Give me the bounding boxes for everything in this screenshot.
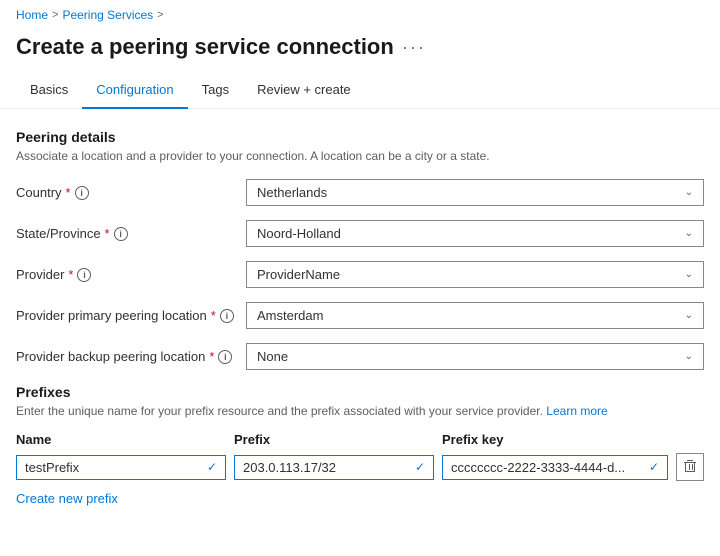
prefix-key-value: cccccccc-2222-3333-4444-d... [451, 460, 625, 475]
country-dropdown-wrapper: Netherlands ⌄ [246, 179, 704, 206]
provider-row: Provider * i ProviderName ⌄ [16, 261, 704, 288]
provider-chevron-icon: ⌄ [685, 269, 693, 280]
state-row: State/Province * i Noord-Holland ⌄ [16, 220, 704, 247]
prefixes-section: Prefixes Enter the unique name for your … [16, 384, 704, 506]
tab-tags[interactable]: Tags [188, 72, 243, 109]
name-check-icon: ✓ [207, 460, 217, 474]
provider-backup-required: * [209, 349, 214, 364]
breadcrumb: Home > Peering Services > [0, 0, 720, 30]
provider-backup-value: None [257, 349, 288, 364]
provider-dropdown-wrapper: ProviderName ⌄ [246, 261, 704, 288]
provider-primary-dropdown-wrapper: Amsterdam ⌄ [246, 302, 704, 329]
provider-primary-dropdown[interactable]: Amsterdam ⌄ [246, 302, 704, 329]
provider-primary-info-icon[interactable]: i [220, 309, 234, 323]
state-label: State/Province * i [16, 226, 246, 241]
tabs-container: Basics Configuration Tags Review + creat… [0, 72, 720, 109]
provider-backup-info-icon[interactable]: i [218, 350, 232, 364]
state-dropdown[interactable]: Noord-Holland ⌄ [246, 220, 704, 247]
provider-primary-required: * [211, 308, 216, 323]
tab-review-create[interactable]: Review + create [243, 72, 365, 109]
more-options-button[interactable]: ··· [402, 37, 426, 58]
country-row: Country * i Netherlands ⌄ [16, 179, 704, 206]
provider-info-icon[interactable]: i [77, 268, 91, 282]
breadcrumb-sep1: > [52, 9, 58, 21]
provider-dropdown[interactable]: ProviderName ⌄ [246, 261, 704, 288]
provider-required: * [68, 267, 73, 282]
learn-more-link[interactable]: Learn more [546, 404, 607, 418]
col-prefixkey-header: Prefix key [442, 432, 704, 447]
prefixes-title: Prefixes [16, 384, 704, 400]
prefix-value: 203.0.113.17/32 [243, 460, 336, 475]
provider-backup-dropdown-wrapper: None ⌄ [246, 343, 704, 370]
prefixes-desc: Enter the unique name for your prefix re… [16, 404, 704, 418]
main-content: Peering details Associate a location and… [0, 109, 720, 526]
country-label: Country * i [16, 185, 246, 200]
breadcrumb-home[interactable]: Home [16, 8, 48, 22]
delete-icon [683, 459, 697, 476]
state-value: Noord-Holland [257, 226, 341, 241]
country-chevron-icon: ⌄ [685, 187, 693, 198]
provider-backup-row: Provider backup peering location * i Non… [16, 343, 704, 370]
country-required: * [66, 185, 71, 200]
name-value: testPrefix [25, 460, 79, 475]
country-value: Netherlands [257, 185, 327, 200]
provider-primary-chevron-icon: ⌄ [685, 310, 693, 321]
state-info-icon[interactable]: i [114, 227, 128, 241]
provider-backup-chevron-icon: ⌄ [685, 351, 693, 362]
breadcrumb-peering[interactable]: Peering Services [62, 8, 153, 22]
prefix-key-input[interactable]: cccccccc-2222-3333-4444-d... ✓ [442, 455, 668, 480]
state-chevron-icon: ⌄ [685, 228, 693, 239]
tab-basics[interactable]: Basics [16, 72, 82, 109]
peering-details-title: Peering details [16, 129, 704, 145]
tab-configuration[interactable]: Configuration [82, 72, 187, 109]
country-info-icon[interactable]: i [75, 186, 89, 200]
prefix-key-check-icon: ✓ [649, 460, 659, 474]
country-dropdown[interactable]: Netherlands ⌄ [246, 179, 704, 206]
breadcrumb-sep2: > [157, 9, 163, 21]
provider-label: Provider * i [16, 267, 246, 282]
provider-primary-label: Provider primary peering location * i [16, 308, 246, 323]
provider-primary-value: Amsterdam [257, 308, 323, 323]
table-row: testPrefix ✓ 203.0.113.17/32 ✓ cccccccc-… [16, 453, 704, 481]
page-header: Create a peering service connection ··· [0, 30, 720, 72]
state-dropdown-wrapper: Noord-Holland ⌄ [246, 220, 704, 247]
state-required: * [105, 226, 110, 241]
col-prefix-header: Prefix [234, 432, 434, 447]
provider-value: ProviderName [257, 267, 340, 282]
col-name-header: Name [16, 432, 226, 447]
provider-primary-row: Provider primary peering location * i Am… [16, 302, 704, 329]
provider-backup-dropdown[interactable]: None ⌄ [246, 343, 704, 370]
create-new-prefix-link[interactable]: Create new prefix [16, 491, 118, 506]
delete-row-button[interactable] [676, 453, 704, 481]
prefix-input[interactable]: 203.0.113.17/32 ✓ [234, 455, 434, 480]
prefix-check-icon: ✓ [415, 460, 425, 474]
peering-details-desc: Associate a location and a provider to y… [16, 149, 704, 163]
provider-backup-label: Provider backup peering location * i [16, 349, 246, 364]
prefixes-table-header: Name Prefix Prefix key [16, 432, 704, 447]
page-title: Create a peering service connection [16, 34, 394, 60]
name-input[interactable]: testPrefix ✓ [16, 455, 226, 480]
